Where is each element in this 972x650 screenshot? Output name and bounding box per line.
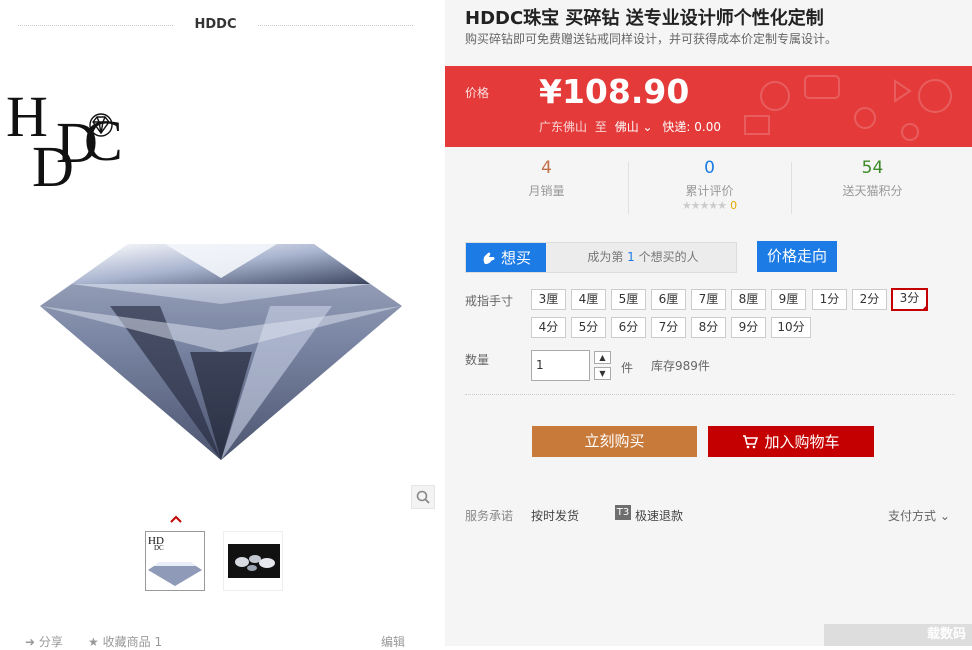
shop-header: HDDC xyxy=(18,14,413,36)
cart-icon xyxy=(743,434,759,448)
t3-badge-icon: T3 xyxy=(615,505,631,520)
star-icon: ★★★★★ xyxy=(681,199,727,212)
stock-count: 库存989件 xyxy=(651,359,710,373)
size-option[interactable]: 7厘 xyxy=(691,289,726,310)
product-subtitle: 购买碎钻即可免费赠送钻戒同样设计，并可获得成本价定制专属设计。 xyxy=(465,32,838,46)
stat-label: 月销量 xyxy=(528,184,565,198)
stats-bar: 4 月销量 0 累计评价 ★★★★★ 0 54 送天猫积分 xyxy=(465,156,955,216)
size-option[interactable]: 2分 xyxy=(852,289,887,310)
svg-text:DC: DC xyxy=(154,544,164,552)
product-title: HDDC珠宝 买碎钻 送专业设计师个性化定制 xyxy=(465,8,824,29)
size-option[interactable]: 1分 xyxy=(812,289,847,310)
price-value: ¥108.90 xyxy=(539,72,690,111)
size-option[interactable]: 8分 xyxy=(691,317,726,338)
stat-value: 54 xyxy=(861,158,884,178)
divider xyxy=(465,394,955,395)
diamond-image[interactable] xyxy=(40,222,402,462)
service-item-ontime[interactable]: 按时发货 xyxy=(531,507,579,524)
service-label: 服务承诺 xyxy=(465,509,514,523)
size-option[interactable]: 10分 xyxy=(771,317,811,338)
size-option[interactable]: 9厘 xyxy=(771,289,806,310)
shop-name[interactable]: HDDC xyxy=(194,17,236,32)
stat-value: 4 xyxy=(541,158,552,178)
chevron-down-icon: ⌄ xyxy=(939,509,950,523)
stat-label: 累计评价 xyxy=(685,184,734,198)
size-option[interactable]: 4厘 xyxy=(571,289,606,310)
want-text: 成为第 1 个想买的人 xyxy=(587,250,699,264)
gallery-footer: ➜ 分享 ★ 收藏商品 1 编辑 xyxy=(0,633,445,650)
gallery-panel: HDDC H D D C HD DC ➜ 分享 ★ 收藏商品 1 编辑 xyxy=(0,0,445,650)
star-icon: ★ xyxy=(88,635,99,649)
chevron-down-icon: ▼ xyxy=(599,369,606,378)
chevron-up-icon: ▲ xyxy=(599,353,606,362)
shipping-fee: 快递: 0.00 xyxy=(662,120,721,134)
want-rank: 1 xyxy=(627,250,635,264)
service-item-refund[interactable]: 极速退款 xyxy=(635,507,683,524)
ring-size-label: 戒指手寸 xyxy=(465,294,514,308)
payment-methods-dropdown[interactable]: 支付方式 ⌄ xyxy=(888,507,950,524)
size-option[interactable]: 5厘 xyxy=(611,289,646,310)
stat-reviews[interactable]: 0 累计评价 ★★★★★ 0 xyxy=(628,156,791,212)
origin-city: 广东佛山 xyxy=(539,120,588,134)
share-link[interactable]: ➜ 分享 xyxy=(25,633,63,650)
quantity-unit: 件 xyxy=(621,361,634,375)
size-option[interactable]: 7分 xyxy=(651,317,686,338)
price-label: 价格 xyxy=(465,86,490,100)
stat-monthly-sales: 4 月销量 xyxy=(465,156,628,199)
edit-link[interactable]: 编辑 xyxy=(381,633,405,650)
zoom-button[interactable] xyxy=(411,485,435,509)
quantity-label: 数量 xyxy=(465,353,490,367)
share-icon: ➜ xyxy=(25,635,36,649)
thumbnail-1[interactable]: HD DC xyxy=(145,531,205,591)
price-trend-button[interactable]: 价格走向 xyxy=(757,241,837,272)
to-label: 至 xyxy=(594,120,607,134)
chevron-up-icon[interactable] xyxy=(170,513,182,525)
divider xyxy=(258,25,413,26)
want-button-label: 想买 xyxy=(500,249,531,267)
search-icon xyxy=(416,490,430,504)
favorite-link[interactable]: ★ 收藏商品 1 xyxy=(88,633,162,650)
price-box: 价格 ¥108.90 广东佛山 至 佛山 ⌄ 快递: 0.00 xyxy=(445,66,972,147)
size-option-selected[interactable]: 3分 xyxy=(891,288,928,311)
stat-points: 54 送天猫积分 xyxy=(791,156,954,199)
shipping-info: 广东佛山 至 佛山 ⌄ 快递: 0.00 xyxy=(539,118,721,135)
detail-panel: HDDC珠宝 买碎钻 送专业设计师个性化定制 购买碎钻即可免费赠送钻戒同样设计，… xyxy=(445,0,972,646)
want-bar: 想买 成为第 1 个想买的人 xyxy=(465,242,737,273)
quantity-increase-button[interactable]: ▲ xyxy=(594,351,611,364)
rating-stars: ★★★★★ 0 xyxy=(628,199,791,212)
add-to-cart-label: 加入购物车 xyxy=(764,433,840,451)
want-button[interactable]: 想买 xyxy=(466,243,546,272)
watermark: 载数码 xyxy=(824,624,972,646)
size-option[interactable]: 9分 xyxy=(731,317,766,338)
size-option[interactable]: 8厘 xyxy=(731,289,766,310)
chevron-down-icon: ⌄ xyxy=(642,120,653,134)
stat-value: 0 xyxy=(704,158,715,178)
divider xyxy=(18,25,173,26)
destination-select[interactable]: 佛山 ⌄ xyxy=(615,120,657,134)
size-option[interactable]: 5分 xyxy=(571,317,606,338)
brand-logo: H D D C xyxy=(6,84,123,189)
hand-icon xyxy=(483,252,495,264)
size-option[interactable]: 6厘 xyxy=(651,289,686,310)
quantity-decrease-button[interactable]: ▼ xyxy=(594,367,611,380)
quantity-input[interactable]: 1 xyxy=(531,350,590,381)
size-option[interactable]: 4分 xyxy=(531,317,566,338)
size-option[interactable]: 6分 xyxy=(611,317,646,338)
thumbnail-2[interactable] xyxy=(223,531,283,591)
rating-count: 0 xyxy=(730,199,738,212)
size-option[interactable]: 3厘 xyxy=(531,289,566,310)
add-to-cart-button[interactable]: 加入购物车 xyxy=(708,426,874,457)
stat-label: 送天猫积分 xyxy=(842,184,903,198)
buy-now-button[interactable]: 立刻购买 xyxy=(532,426,697,457)
svg-text:C: C xyxy=(84,108,123,173)
